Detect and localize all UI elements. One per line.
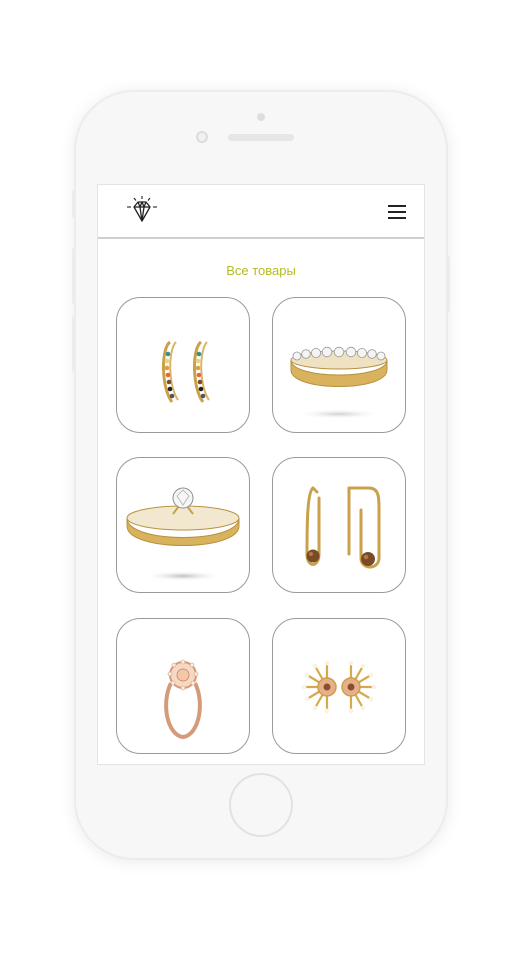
power-button [446, 256, 450, 312]
sunburst-studs-icon [301, 660, 377, 714]
rose-gold-halo-ring-icon [164, 659, 202, 740]
volume-down-button [72, 316, 76, 372]
earpiece-speaker [228, 134, 294, 141]
volume-up-button [72, 248, 76, 304]
diamond-logo-icon[interactable] [124, 193, 160, 229]
product-card[interactable] [272, 457, 406, 593]
hamburger-menu-icon[interactable] [388, 204, 408, 220]
product-card[interactable] [272, 618, 406, 754]
top-nav [98, 185, 424, 239]
catalog-heading: Все товары [226, 263, 296, 278]
solitaire-ring-icon [126, 487, 240, 581]
product-card[interactable] [116, 457, 250, 593]
pin-earrings-icon [305, 486, 381, 569]
proximity-sensor [257, 113, 265, 121]
product-card[interactable] [116, 618, 250, 754]
eternity-ring-icon [290, 346, 388, 419]
hoop-earrings-icon [162, 340, 210, 403]
product-card[interactable] [116, 297, 250, 433]
home-button[interactable] [231, 775, 291, 835]
product-card[interactable] [272, 297, 406, 433]
mute-switch [72, 190, 76, 218]
app-screen: Все товары [98, 185, 424, 764]
front-camera [196, 131, 208, 143]
